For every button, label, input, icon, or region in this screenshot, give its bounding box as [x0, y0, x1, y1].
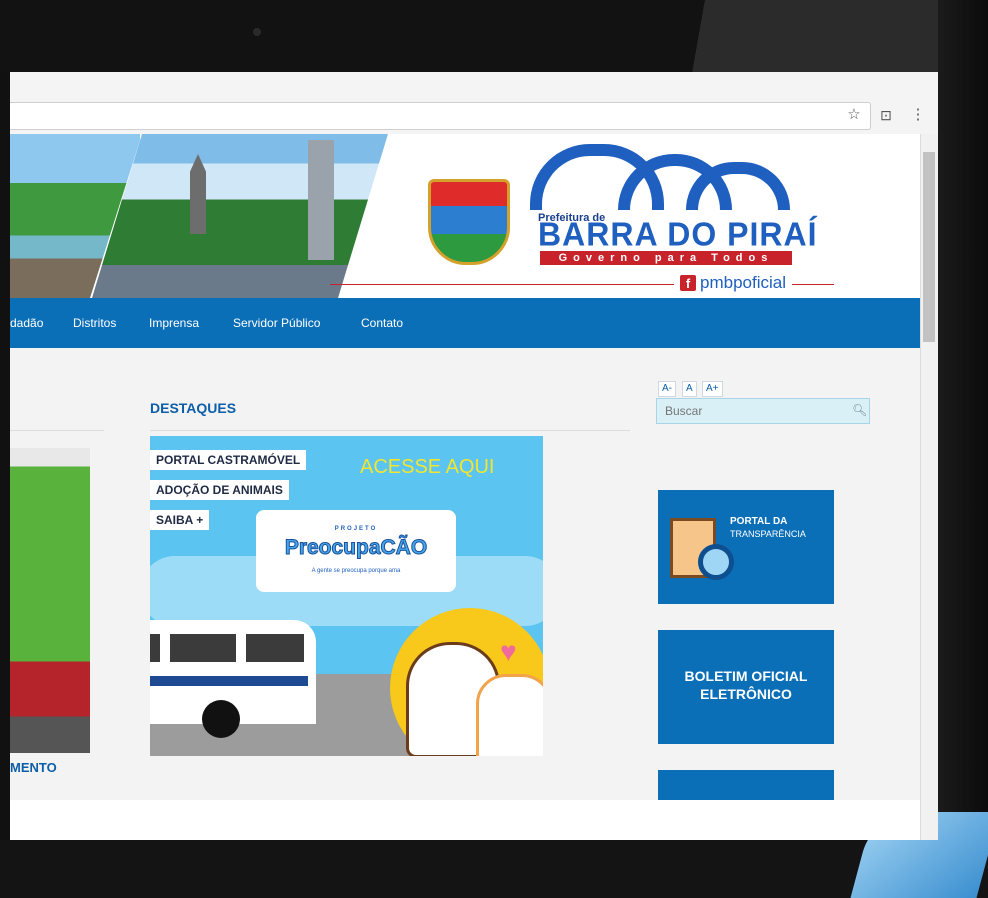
project-title: PreocupaCÃO [284, 536, 428, 560]
menu-icon[interactable]: ⋮ [908, 105, 928, 125]
font-reset-button[interactable]: A [682, 381, 697, 397]
main-content: MENTO DESTAQUES PORTAL CASTRAMÓVEL ADOÇÃ… [10, 348, 920, 840]
tag-adocao-animais[interactable]: ADOÇÃO DE ANIMAIS [150, 480, 289, 500]
building-silhouette [308, 140, 334, 260]
tablet-bezel-bottom [0, 840, 988, 898]
tablet-bezel-right [938, 0, 988, 898]
nav-item-servidor-publico[interactable]: Servidor Público [233, 316, 320, 330]
nav-item-contato[interactable]: Contato [361, 316, 403, 330]
section-divider [10, 430, 104, 431]
tablet-bezel-left [0, 72, 10, 840]
project-tagline: A gente se preocupa porque ama [311, 568, 401, 574]
header-photo-church [92, 134, 388, 298]
destaques-banner[interactable]: PORTAL CASTRAMÓVEL ADOÇÃO DE ANIMAIS SAI… [150, 436, 543, 756]
bus-wheel [202, 700, 240, 738]
left-news-title[interactable]: MENTO [10, 760, 57, 775]
logo-arches-icon [530, 144, 790, 210]
star-icon[interactable]: ☆ [844, 105, 864, 125]
social-handle: pmbpoficial [700, 273, 786, 292]
site-header: Prefeitura de BARRA DO PIRAÍ Governo par… [10, 134, 920, 298]
camera-icon [253, 28, 261, 36]
magnifier-icon [698, 544, 734, 580]
tag-portal-castramovel[interactable]: PORTAL CASTRAMÓVEL [150, 450, 307, 470]
city-crest-icon [428, 179, 510, 265]
search-input[interactable] [656, 398, 870, 424]
browser-toolbar: ☆ ⊡ ⋮ [10, 72, 938, 135]
cat-illustration [476, 674, 543, 756]
nav-item-imprensa[interactable]: Imprensa [149, 316, 199, 330]
heart-icon: ♥ [500, 636, 517, 667]
font-decrease-button[interactable]: A- [658, 381, 676, 397]
destaques-heading: DESTAQUES [150, 400, 237, 416]
portal-title: PORTAL DA [730, 516, 788, 527]
portal-subtitle: TRANSPARÊNCIA [730, 529, 806, 539]
banner-cta[interactable]: ACESSE AQUI [360, 456, 495, 479]
tag-saiba-mais[interactable]: SAIBA + [150, 510, 210, 530]
facebook-link[interactable]: f pmbpoficial [674, 273, 792, 293]
scrollbar-thumb[interactable] [923, 152, 935, 342]
left-news-image[interactable] [10, 448, 90, 753]
address-bar[interactable]: ☆ [10, 102, 871, 130]
extension-icon[interactable]: ⊡ [876, 105, 896, 125]
project-label: PROJETO [334, 526, 378, 532]
page-bottom-area [10, 800, 920, 840]
search-icon[interactable]: 🔍︎ [852, 403, 867, 417]
bus-illustration [150, 620, 316, 738]
browser-window: ☆ ⊡ ⋮ Prefeitura de BARRA DO PIRAÍ Gover… [10, 72, 938, 840]
portal-transparencia-button[interactable]: PORTAL DA TRANSPARÊNCIA [658, 490, 834, 604]
boletim-line2: ELETRÔNICO [700, 686, 792, 702]
nav-item-distritos[interactable]: Distritos [73, 316, 116, 330]
boletim-line1: BOLETIM OFICIAL [684, 668, 808, 684]
destaques-divider [150, 430, 630, 431]
main-nav: dadão Distritos Imprensa Servidor Públic… [10, 298, 920, 348]
boletim-oficial-button[interactable]: BOLETIM OFICIAL ELETRÔNICO [658, 630, 834, 744]
brand-name[interactable]: BARRA DO PIRAÍ [538, 215, 817, 254]
slogan: Governo para Todos [540, 251, 792, 265]
nav-item-cidadao[interactable]: dadão [10, 316, 43, 330]
tablet-bezel-glare [640, 0, 988, 72]
facebook-icon: f [680, 275, 696, 291]
project-card: PROJETO PreocupaCÃO A gente se preocupa … [256, 510, 456, 592]
font-increase-button[interactable]: A+ [702, 381, 723, 397]
